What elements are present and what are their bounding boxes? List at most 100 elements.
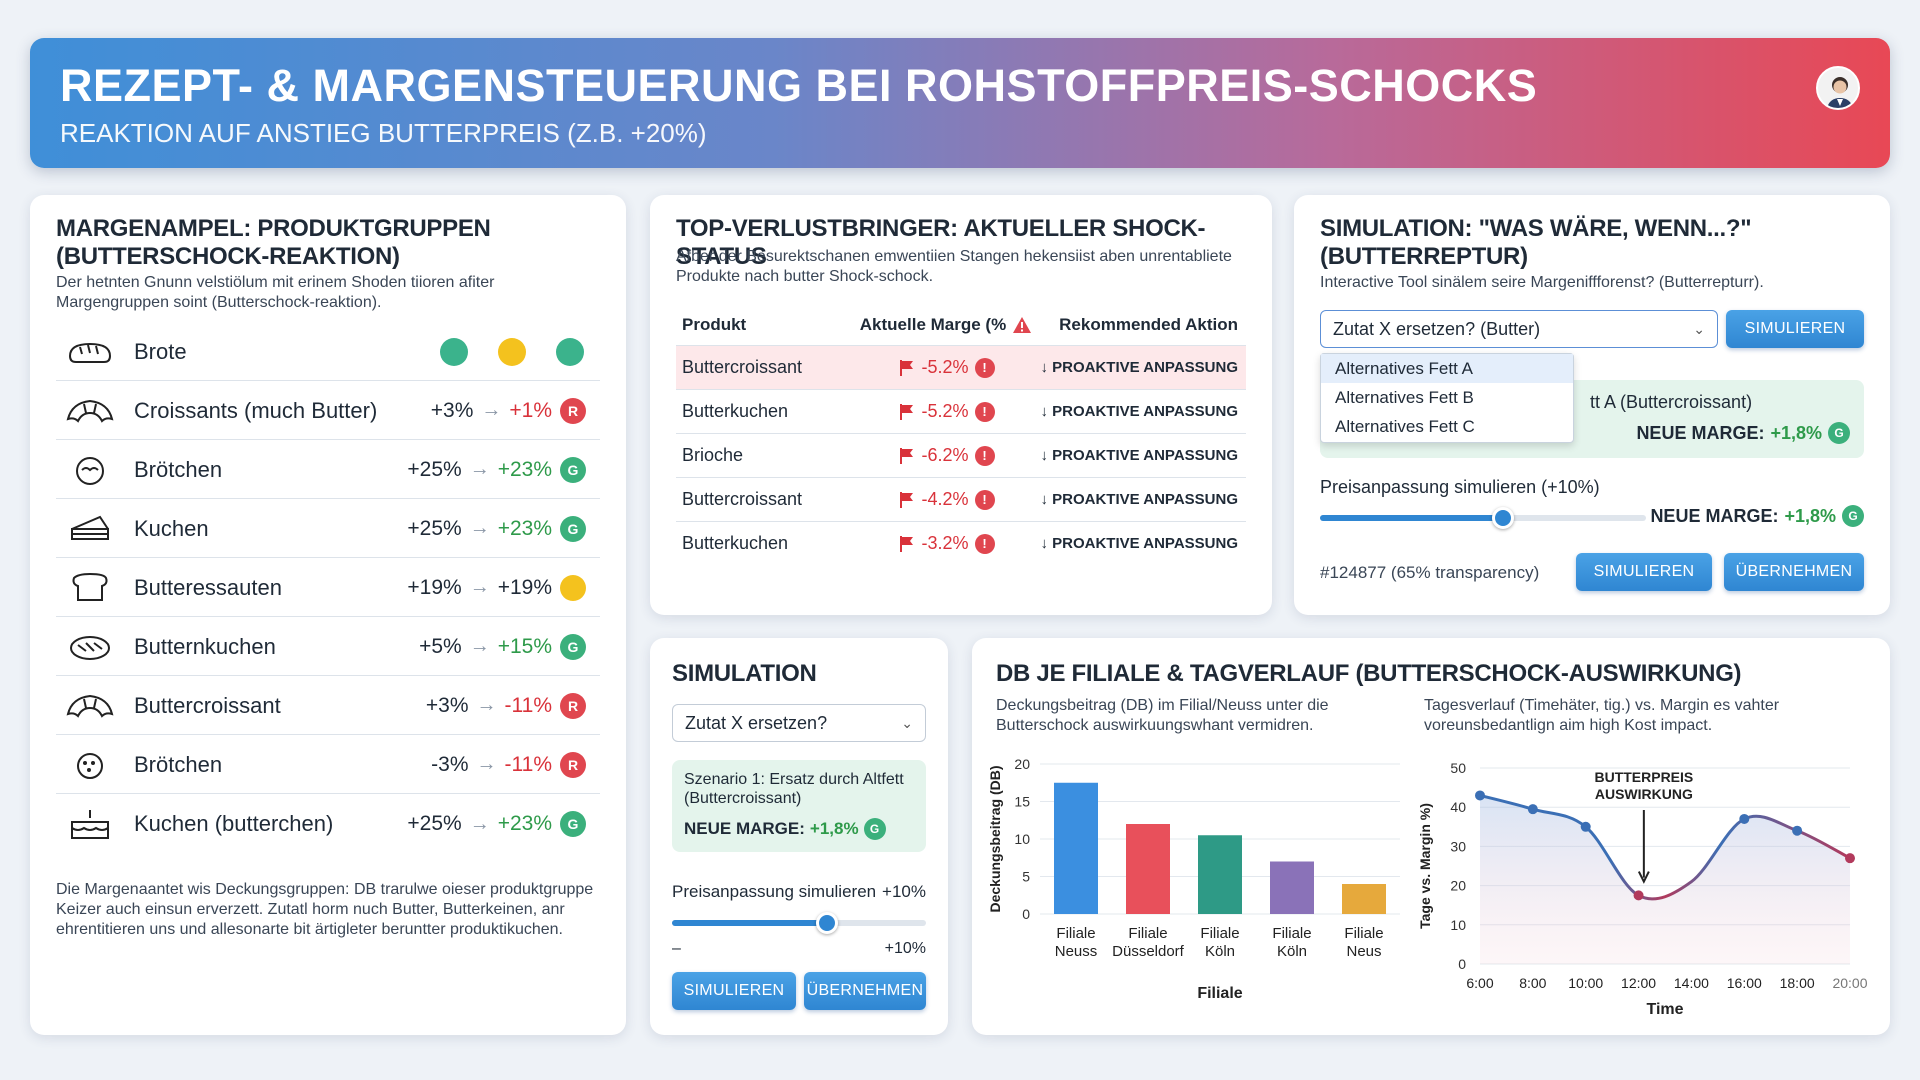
product-row[interactable]: Croissants (much Butter) +3% → +1% R [56, 382, 600, 440]
action-cell[interactable]: ↓ PROAKTIVE ANPASSUNG [1036, 447, 1246, 464]
margin-before: +25% [407, 812, 462, 835]
status-badge [560, 574, 586, 601]
margin-change: +25% → +23% G [407, 515, 586, 542]
apply-button-small[interactable]: ÜBERNEHMEN [804, 972, 926, 1010]
margin-change: +25% → +23% G [407, 811, 586, 837]
price-slider-handle[interactable] [1491, 507, 1514, 529]
table-row[interactable]: Buttercroissant -4.2%! ↓ PROAKTIVE ANPASSU… [676, 477, 1246, 521]
table-row[interactable]: Buttercroissant -5.2%! ↓ PROAKTIVE ANPASSU… [676, 345, 1246, 389]
annotation-label: BUTTERPREIS [1594, 769, 1693, 785]
data-point [1580, 821, 1591, 832]
product-row[interactable]: Brötchen +25% → +23% G [56, 441, 600, 499]
product-row[interactable]: Butteressauten +19% → +19% [56, 559, 600, 617]
x-axis-label: Time [1646, 1001, 1683, 1018]
arrow-right-icon: → [469, 576, 490, 598]
marge-cell: -5.2%! [856, 357, 1036, 378]
x-tick-label: 16:00 [1727, 975, 1762, 991]
x-tick-label: 14:00 [1674, 975, 1709, 991]
margin-after: +1% [509, 398, 552, 422]
data-point [1475, 790, 1485, 801]
bar [1270, 861, 1314, 914]
pie-icon [70, 635, 110, 660]
data-point [1739, 813, 1750, 824]
simulate-button-top[interactable]: SIMULIEREN [1726, 310, 1864, 348]
neue-marge-label-small: NEUE MARGE: [684, 819, 805, 838]
action-cell[interactable]: ↓ PROAKTIVE ANPASSUNG [1036, 535, 1246, 552]
layer-cake-icon [71, 810, 109, 839]
product-row[interactable]: Butternkuchen +5% → +15% G [56, 618, 600, 676]
data-point [1792, 825, 1803, 836]
margin-before: +25% [407, 516, 462, 540]
col-header-aktion: Rekommended Aktion [1059, 315, 1238, 334]
margin-before: +19% [407, 575, 462, 599]
status-badge: R [560, 692, 586, 719]
cake-icon [71, 515, 109, 540]
marge-cell: -6.2%! [856, 445, 1036, 466]
avatar[interactable] [1816, 66, 1860, 110]
product-row[interactable]: Buttercroissant +3% → -11% R [56, 677, 600, 735]
x-tick-label: 6:00 [1466, 975, 1493, 991]
flag-icon [900, 447, 914, 464]
y-tick-label: 40 [1450, 799, 1466, 815]
action-cell[interactable]: ↓ PROAKTIVE ANPASSUNG [1036, 359, 1246, 376]
arrow-right-icon: → [469, 458, 490, 480]
bar [1198, 835, 1242, 914]
table-header: Produkt Aktuelle Marge (% Rekommended Ak… [676, 305, 1246, 345]
chevron-down-icon: ⌄ [1693, 320, 1705, 337]
chevron-down-icon: ⌄ [901, 714, 913, 731]
ingredient-select[interactable]: Zutat X ersetzen? (Butter) ⌄ [1320, 310, 1718, 348]
table-row[interactable]: Butterkuchen -3.2%! ↓ PROAKTIVE ANPASSUNG [676, 521, 1246, 565]
status-badge: G [1828, 422, 1850, 444]
action-cell[interactable]: ↓ PROAKTIVE ANPASSUNG [1036, 491, 1246, 508]
margin-change: +3% → +1% R [430, 397, 586, 424]
ingredient-dropdown-menu[interactable]: Alternatives Fett A Alternatives Fett B … [1320, 353, 1574, 443]
product-cell: Butterkuchen [682, 533, 789, 553]
db-bar-description: Deckungsbeitrag (DB) im Filial/Neuss unt… [996, 697, 1329, 734]
y-tick-label: 20 [1014, 756, 1030, 772]
product-name: Kuchen (butterchen) [134, 811, 334, 836]
price-adjust-label-small: Preisanpassung simulieren [672, 882, 877, 901]
table-row[interactable]: Butterkuchen -5.2%! ↓ PROAKTIVE ANPASSUNG [676, 389, 1246, 433]
product-row[interactable]: Kuchen (butterchen) +25% → +23% G [56, 795, 600, 853]
product-row-brote[interactable]: Brote [56, 323, 600, 381]
price-slider-small[interactable] [672, 912, 926, 934]
menu-item-fett-c[interactable]: Alternatives Fett C [1321, 412, 1573, 441]
simulation-title: SIMULATION [672, 660, 817, 687]
table-row[interactable]: Brioche -6.2%! ↓ PROAKTIVE ANPASSUNG [676, 433, 1246, 477]
margenampel-footnote: Die Margenaantet wis Deckungsgruppen: DB… [56, 881, 594, 938]
product-cell: Brioche [682, 445, 744, 465]
x-tick-label: 10:00 [1568, 975, 1603, 991]
price-slider-small-handle[interactable] [815, 912, 838, 934]
menu-item-fett-b[interactable]: Alternatives Fett B [1321, 383, 1573, 412]
x-tick-label: Filiale [1344, 925, 1383, 942]
product-icon [64, 568, 116, 608]
ingredient-select-small[interactable]: Zutat X ersetzen? ⌄ [672, 704, 926, 742]
y-tick-label: 10 [1014, 831, 1030, 847]
ingredient-select-value: Zutat X ersetzen? (Butter) [1333, 318, 1541, 339]
product-name: Brötchen [134, 456, 223, 482]
margin-after: -11% [504, 693, 552, 717]
margin-before: +3% [430, 398, 474, 422]
product-row[interactable]: Kuchen +25% → +23% G [56, 500, 600, 558]
neue-marge-result-2: NEUE MARGE: +1,8% G [1650, 505, 1864, 527]
product-icon [64, 745, 116, 785]
product-name: Butternkuchen [134, 633, 276, 659]
apply-button[interactable]: ÜBERNEHMEN [1724, 553, 1864, 591]
menu-item-fett-a[interactable]: Alternatives Fett A [1321, 354, 1573, 383]
neue-marge-value-small: +1,8% [809, 819, 859, 838]
simulate-button-small[interactable]: SIMULIEREN [672, 972, 796, 1010]
alert-icon: ! [974, 533, 995, 554]
product-icon [64, 509, 116, 549]
y-tick-label: 50 [1450, 760, 1466, 776]
action-cell[interactable]: ↓ PROAKTIVE ANPASSUNG [1036, 403, 1246, 420]
data-point [1633, 890, 1644, 901]
warning-icon [1013, 317, 1032, 333]
arrow-right-icon: → [476, 753, 497, 775]
neue-marge-value-2: +1,8% [1784, 505, 1836, 526]
simulation-tool-card: SIMULATION: "WAS WÄRE, WENN...?" (BUTTER… [1294, 195, 1890, 615]
neue-marge-value: +1,8% [1770, 422, 1822, 443]
product-row[interactable]: Brötchen -3% → -11% R [56, 736, 600, 794]
marge-cell: -4.2%! [856, 489, 1036, 510]
price-slider[interactable] [1320, 507, 1646, 529]
simulate-button[interactable]: SIMULIEREN [1576, 553, 1712, 591]
